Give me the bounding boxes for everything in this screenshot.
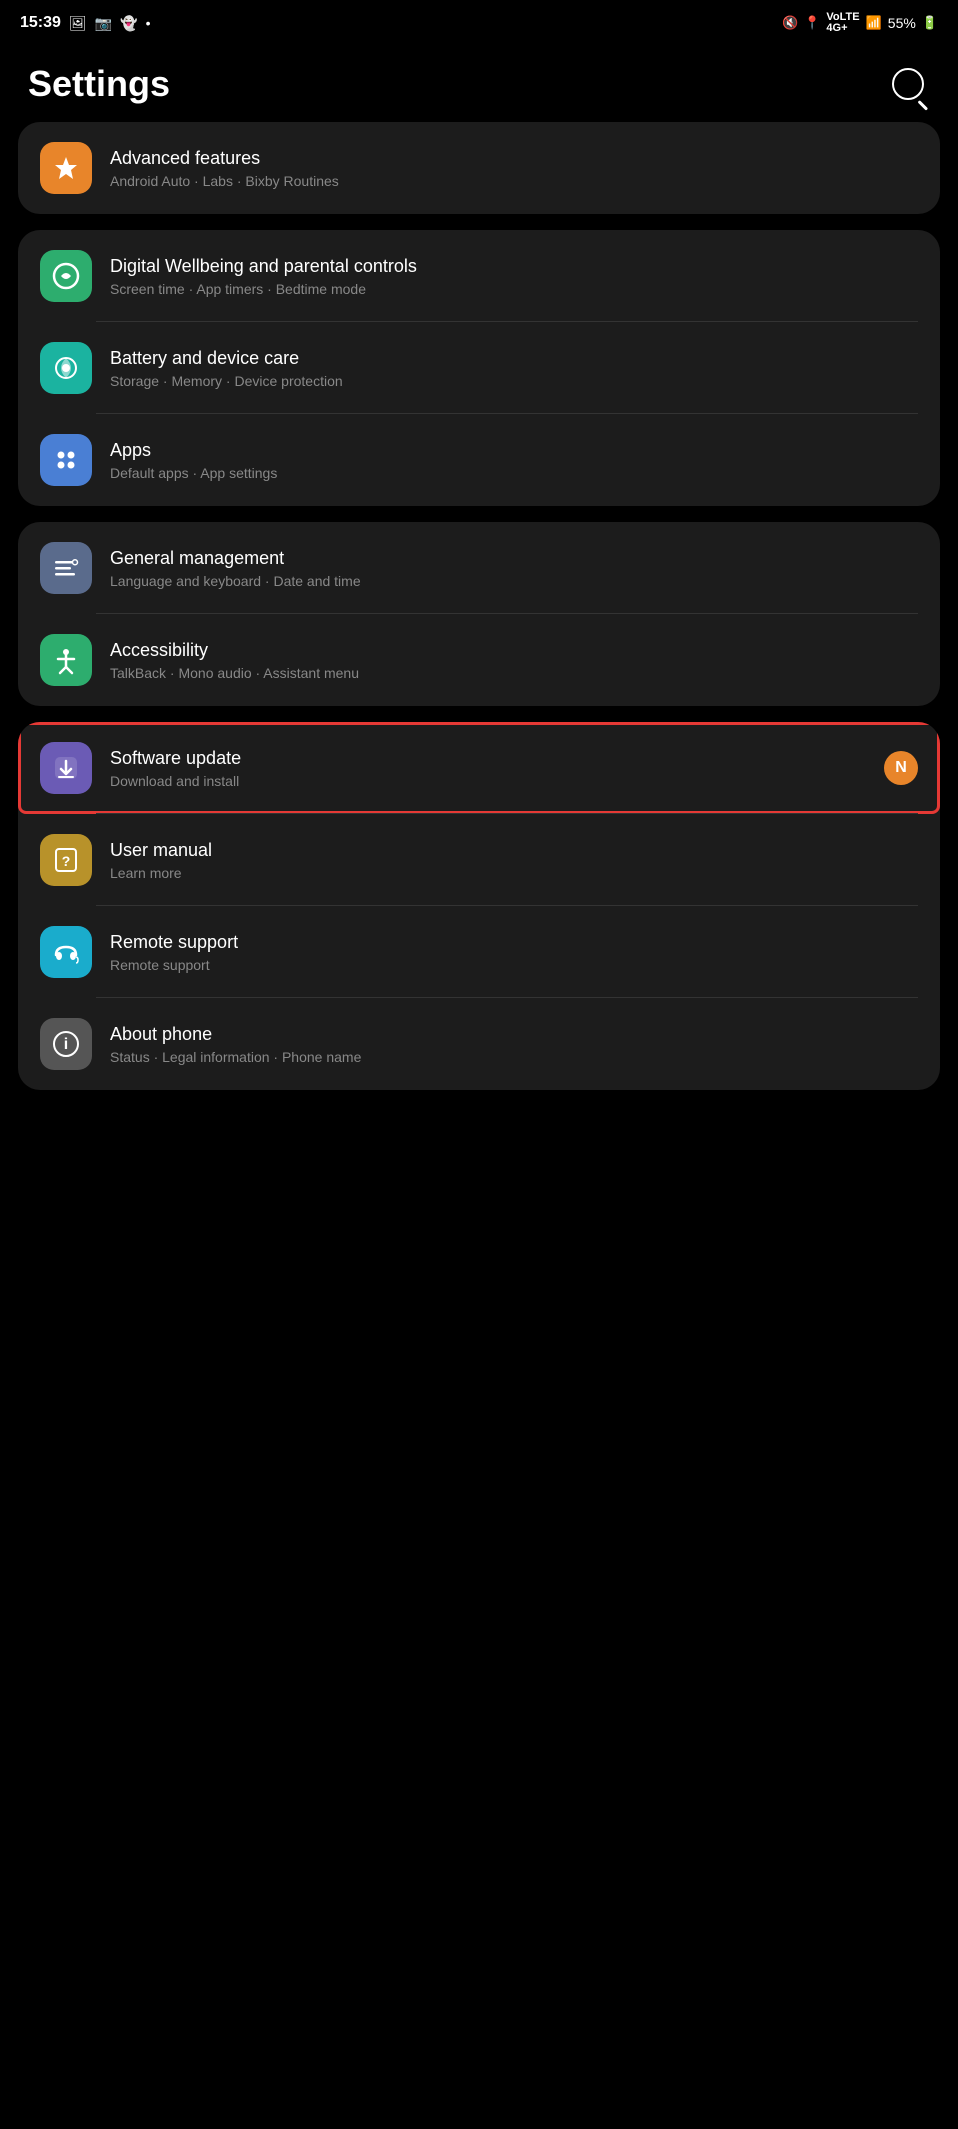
user-manual-icon: ? bbox=[40, 834, 92, 886]
advanced-features-title: Advanced features bbox=[110, 148, 918, 169]
battery-text: 55% bbox=[888, 15, 916, 31]
apps-icon bbox=[40, 434, 92, 486]
card-card-support: Software update Download and install N ? U… bbox=[18, 722, 940, 1090]
remote-support-text: Remote support Remote support bbox=[110, 932, 918, 973]
search-button[interactable] bbox=[886, 62, 930, 106]
general-management-icon bbox=[40, 542, 92, 594]
about-phone-text: About phone Status · Legal information · … bbox=[110, 1024, 918, 1065]
svg-text:?: ? bbox=[62, 853, 71, 869]
status-left: 15:39 🖼 📷 👻 • bbox=[20, 14, 150, 32]
mute-icon: 🔇 bbox=[782, 15, 798, 31]
settings-item-about-phone[interactable]: i About phone Status · Legal information … bbox=[18, 998, 940, 1090]
user-manual-subtitle: Learn more bbox=[110, 865, 918, 881]
advanced-features-text: Advanced features Android Auto · Labs · B… bbox=[110, 148, 918, 189]
digital-wellbeing-icon bbox=[40, 250, 92, 302]
remote-support-icon bbox=[40, 926, 92, 978]
battery-icon: 🔋 bbox=[922, 15, 938, 31]
search-icon bbox=[892, 68, 924, 100]
software-update-icon bbox=[40, 742, 92, 794]
apps-subtitle: Default apps · App settings bbox=[110, 465, 918, 481]
accessibility-title: Accessibility bbox=[110, 640, 918, 661]
svg-text:i: i bbox=[64, 1036, 68, 1053]
instagram-icon: 📷 bbox=[95, 15, 112, 32]
about-phone-title: About phone bbox=[110, 1024, 918, 1045]
settings-item-user-manual[interactable]: ? User manual Learn more bbox=[18, 814, 940, 906]
digital-wellbeing-subtitle: Screen time · App timers · Bedtime mode bbox=[110, 281, 918, 297]
settings-item-general-management[interactable]: General management Language and keyboard … bbox=[18, 522, 940, 614]
card-card-advanced: Advanced features Android Auto · Labs · B… bbox=[18, 122, 940, 214]
battery-care-subtitle: Storage · Memory · Device protection bbox=[110, 373, 918, 389]
snapchat-icon: 👻 bbox=[120, 15, 137, 32]
status-bar: 15:39 🖼 📷 👻 • 🔇 📍 VoLTE4G+ 📶 55% 🔋 bbox=[0, 0, 958, 42]
settings-item-remote-support[interactable]: Remote support Remote support bbox=[18, 906, 940, 998]
general-management-text: General management Language and keyboard … bbox=[110, 548, 918, 589]
apps-title: Apps bbox=[110, 440, 918, 461]
volte-indicator: VoLTE4G+ bbox=[826, 12, 859, 34]
dot-indicator: • bbox=[146, 15, 151, 31]
about-phone-icon: i bbox=[40, 1018, 92, 1070]
settings-list: Advanced features Android Auto · Labs · B… bbox=[0, 122, 958, 1090]
software-update-subtitle: Download and install bbox=[110, 773, 866, 789]
advanced-features-icon bbox=[40, 142, 92, 194]
card-card-management: General management Language and keyboard … bbox=[18, 522, 940, 706]
photo-icon: 🖼 bbox=[69, 15, 87, 32]
general-management-subtitle: Language and keyboard · Date and time bbox=[110, 573, 918, 589]
settings-item-advanced-features[interactable]: Advanced features Android Auto · Labs · B… bbox=[18, 122, 940, 214]
page-title: Settings bbox=[28, 63, 170, 105]
digital-wellbeing-title: Digital Wellbeing and parental controls bbox=[110, 256, 918, 277]
battery-care-title: Battery and device care bbox=[110, 348, 918, 369]
digital-wellbeing-text: Digital Wellbeing and parental controls S… bbox=[110, 256, 918, 297]
general-management-title: General management bbox=[110, 548, 918, 569]
accessibility-text: Accessibility TalkBack · Mono audio · Ass… bbox=[110, 640, 918, 681]
accessibility-icon bbox=[40, 634, 92, 686]
status-time: 15:39 bbox=[20, 14, 61, 32]
battery-care-text: Battery and device care Storage · Memory … bbox=[110, 348, 918, 389]
software-update-title: Software update bbox=[110, 748, 866, 769]
settings-item-battery-care[interactable]: Battery and device care Storage · Memory … bbox=[18, 322, 940, 414]
user-manual-text: User manual Learn more bbox=[110, 840, 918, 881]
settings-item-digital-wellbeing[interactable]: Digital Wellbeing and parental controls S… bbox=[18, 230, 940, 322]
remote-support-title: Remote support bbox=[110, 932, 918, 953]
apps-text: Apps Default apps · App settings bbox=[110, 440, 918, 481]
status-right: 🔇 📍 VoLTE4G+ 📶 55% 🔋 bbox=[782, 12, 938, 34]
user-manual-title: User manual bbox=[110, 840, 918, 861]
accessibility-subtitle: TalkBack · Mono audio · Assistant menu bbox=[110, 665, 918, 681]
battery-care-icon bbox=[40, 342, 92, 394]
card-card-wellbeing: Digital Wellbeing and parental controls S… bbox=[18, 230, 940, 506]
software-update-text: Software update Download and install bbox=[110, 748, 866, 789]
advanced-features-subtitle: Android Auto · Labs · Bixby Routines bbox=[110, 173, 918, 189]
header: Settings bbox=[0, 42, 958, 122]
about-phone-subtitle: Status · Legal information · Phone name bbox=[110, 1049, 918, 1065]
remote-support-subtitle: Remote support bbox=[110, 957, 918, 973]
signal-icon: 📶 bbox=[866, 15, 882, 31]
settings-item-software-update[interactable]: Software update Download and install N bbox=[18, 722, 940, 814]
software-update-badge: N bbox=[884, 751, 918, 785]
settings-item-accessibility[interactable]: Accessibility TalkBack · Mono audio · Ass… bbox=[18, 614, 940, 706]
settings-item-apps[interactable]: Apps Default apps · App settings bbox=[18, 414, 940, 506]
location-icon: 📍 bbox=[804, 15, 820, 31]
